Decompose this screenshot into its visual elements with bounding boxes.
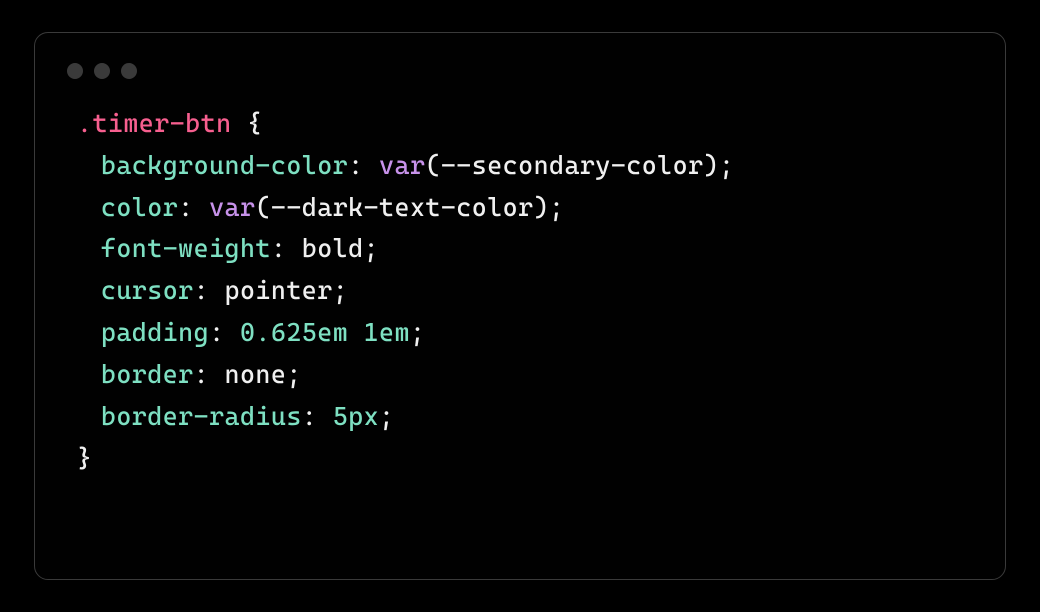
- colon: :: [209, 317, 224, 347]
- semicolon: ;: [333, 275, 348, 305]
- css-value-token: (: [425, 150, 440, 180]
- css-property: color: [101, 192, 178, 222]
- close-brace: }: [77, 443, 92, 473]
- semicolon: ;: [410, 317, 425, 347]
- colon: :: [271, 233, 286, 263]
- code-line: cursor: pointer;: [77, 270, 975, 312]
- semicolon: ;: [364, 233, 379, 263]
- indent: [77, 228, 101, 270]
- css-property: font-weight: [101, 233, 271, 263]
- css-value-token: var: [209, 192, 255, 222]
- code-line: color: var(--dark-text-color);: [77, 187, 975, 229]
- css-selector: .timer-btn: [77, 108, 232, 138]
- open-brace: {: [247, 108, 262, 138]
- indent: [77, 312, 101, 354]
- css-property: border-radius: [101, 401, 302, 431]
- css-value-token: [348, 317, 363, 347]
- css-value-token: 0.625em: [240, 317, 348, 347]
- indent: [77, 187, 101, 229]
- css-value-token: --secondary-color: [441, 150, 704, 180]
- colon: :: [194, 275, 209, 305]
- colon: :: [302, 401, 317, 431]
- css-value-token: none: [225, 359, 287, 389]
- indent: [77, 354, 101, 396]
- code-window: .timer-btn { background-color: var(--sec…: [34, 32, 1006, 580]
- code-line: border-radius: 5px;: [77, 396, 975, 438]
- css-property: background-color: [101, 150, 348, 180]
- semicolon: ;: [286, 359, 301, 389]
- semicolon: ;: [719, 150, 734, 180]
- traffic-light-minimize[interactable]: [94, 63, 110, 79]
- code-editor: .timer-btn { background-color: var(--sec…: [65, 103, 975, 479]
- css-value-token: ): [534, 192, 549, 222]
- semicolon: ;: [379, 401, 394, 431]
- indent: [77, 396, 101, 438]
- indent: [77, 145, 101, 187]
- css-value-token: var: [379, 150, 425, 180]
- traffic-light-close[interactable]: [67, 63, 83, 79]
- semicolon: ;: [549, 192, 564, 222]
- css-property: border: [101, 359, 194, 389]
- colon: :: [194, 359, 209, 389]
- css-value-token: --dark-text-color: [271, 192, 534, 222]
- code-line: background-color: var(--secondary-color)…: [77, 145, 975, 187]
- window-titlebar: [65, 57, 975, 103]
- code-line: padding: 0.625em 1em;: [77, 312, 975, 354]
- css-value-token: ): [704, 150, 719, 180]
- code-line: .timer-btn {: [77, 103, 975, 145]
- css-property: cursor: [101, 275, 194, 305]
- traffic-light-zoom[interactable]: [121, 63, 137, 79]
- css-value-token: 5px: [333, 401, 379, 431]
- css-value-token: bold: [302, 233, 364, 263]
- colon: :: [348, 150, 363, 180]
- css-value-token: 1em: [364, 317, 410, 347]
- css-value-token: (: [255, 192, 270, 222]
- code-line: border: none;: [77, 354, 975, 396]
- code-line: font-weight: bold;: [77, 228, 975, 270]
- css-property: padding: [101, 317, 209, 347]
- code-line: }: [77, 438, 975, 480]
- colon: :: [178, 192, 193, 222]
- indent: [77, 270, 101, 312]
- css-value-token: pointer: [225, 275, 333, 305]
